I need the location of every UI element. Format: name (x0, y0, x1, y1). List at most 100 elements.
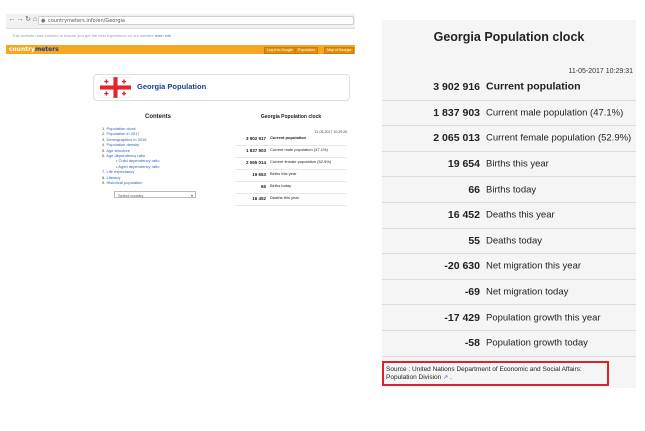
logo-part-2: meters (34, 46, 59, 53)
contents-item-number: 9. (102, 180, 106, 186)
clock-row: 1 837 903 Current male population (47.1%) (382, 101, 636, 127)
country-select-value: Select country (118, 193, 144, 198)
clock-row: 3 902 916 Current population (382, 75, 636, 101)
site-header: countrymeters Log in to Google Populatio… (6, 45, 355, 54)
clock-row-label: Births this year (486, 158, 549, 170)
contents-item-number: 5. (102, 147, 106, 153)
mini-row-value: 16 452 (252, 196, 266, 201)
contents-item-label: Child dependency ratio (118, 158, 160, 164)
clock-row: -17 429 Population growth this year (382, 305, 636, 331)
contents-item-label: Life expectancy (106, 169, 135, 175)
georgia-flag-icon (100, 77, 131, 98)
clock-row-value: 66 (468, 183, 480, 196)
mini-row-label: Current female population (52.9%) (270, 159, 332, 164)
contents-item[interactable]: 9. Historical population (102, 180, 214, 185)
clock-row-value: 3 902 916 (433, 81, 480, 94)
mini-row-label: Current male population (47.1%) (270, 147, 328, 152)
mini-row-value: 19 653 (252, 172, 266, 177)
panel-datetime: 11-05-2017 10:29:31 (568, 68, 633, 75)
page-title-box: Georgia Population (93, 74, 350, 101)
clock-row: -20 630 Net migration this year (382, 254, 636, 280)
source-end: . (449, 373, 452, 381)
address-bar-url: countrymeters.info/en/Georgia (48, 18, 125, 24)
contents-item-label: Age dependency ratio (106, 153, 146, 159)
contents-item-label: Literacy (106, 174, 121, 180)
country-select[interactable]: Select country ▾ (114, 191, 196, 198)
forward-icon[interactable]: → (16, 16, 24, 24)
mini-clock-row: 65 Births today (235, 182, 347, 194)
header-button-map[interactable]: Map of Georgia (324, 47, 355, 54)
clock-row-value: 1 837 903 (433, 106, 480, 119)
contents-heading: Contents (145, 114, 171, 120)
address-bar[interactable]: ● countrymeters.info/en/Georgia (38, 16, 354, 25)
clock-row-label: Births today (486, 184, 537, 196)
mini-row-value: 2 065 014 (245, 160, 266, 165)
lock-icon: ● (41, 18, 46, 24)
clock-row-label: Net migration today (486, 286, 569, 298)
back-icon[interactable]: ← (8, 16, 16, 24)
clock-row-label: Population growth this year (486, 312, 601, 324)
clock-row-label: Current population (486, 80, 581, 93)
clock-row: 55 Deaths today (382, 229, 636, 255)
contents-item-number: 1. (102, 126, 106, 131)
clock-row-label: Current male population (47.1%) (486, 107, 624, 119)
source-text: Source : United Nations Department of Ec… (386, 366, 582, 381)
cookie-notice-text: This website uses cookies to ensure you … (12, 33, 154, 38)
contents-item-number: 4. (102, 142, 106, 148)
contents-item-label: Demographics in 2016 (106, 136, 147, 142)
mini-clock-heading: Georgia Population clock (260, 114, 322, 120)
mini-clock-row: 1 837 903 Current male population (47.1%) (235, 146, 347, 158)
header-button-population[interactable]: Population (295, 47, 318, 54)
panel-title: Georgia Population clock (433, 30, 585, 44)
mini-clock-table: 3 902 917 Current population 1 837 903 Curr… (235, 134, 347, 206)
external-link-icon[interactable]: ↗ (443, 375, 448, 381)
clock-row-value: -58 (464, 337, 480, 350)
clock-row: -69 Net migration today (382, 280, 636, 306)
contents-item-number: • (116, 158, 118, 164)
clock-row-value: 19 654 (447, 158, 480, 171)
contents-item-number: 8. (102, 174, 106, 180)
clock-row: -58 Population growth today (382, 331, 636, 357)
clock-row-value: -69 (464, 286, 480, 299)
clock-row-label: Net migration this year (486, 260, 582, 272)
mini-row-value: 3 902 917 (245, 136, 266, 141)
mini-row-label: Births this year (270, 171, 297, 176)
cookie-notice: This website uses cookies to ensure you … (12, 33, 171, 38)
contents-item-label: Aged dependency ratio (118, 163, 160, 169)
cookie-learn-link[interactable]: learn info (155, 33, 171, 38)
mini-population-clock: Georgia Population clock 11-05-2017 10:2… (235, 114, 347, 206)
mini-clock-row: 19 653 Births this year (235, 170, 347, 182)
contents-item-label: Historical population (106, 180, 143, 186)
clock-row-value: -20 630 (444, 260, 480, 273)
contents-item-label: Age structure (106, 147, 131, 153)
clock-row-value: -17 429 (444, 311, 480, 324)
site-logo[interactable]: countrymeters (9, 45, 59, 54)
clock-row-label: Current female population (52.9%) (486, 132, 632, 144)
mini-row-label: Births today (270, 183, 292, 188)
mini-row-label: Deaths this year (270, 195, 299, 200)
contents-item-number: 2. (102, 131, 106, 137)
contents-list: 1. Population clock 2. Population in 2017… (102, 126, 214, 185)
clock-row: 2 065 013 Current female population (52.9… (382, 126, 636, 152)
mini-row-label: Current population (270, 135, 306, 140)
mini-row-value: 1 837 903 (245, 148, 266, 153)
header-button-login[interactable]: Log in to Google (264, 47, 296, 54)
population-clock-panel: Georgia Population clock 11-05-2017 10:2… (382, 20, 636, 388)
browser-toolbar: ← → ↻ ⌂ ● countrymeters.info/en/Georgia (6, 14, 355, 29)
contents-item-label: Population density (106, 142, 140, 148)
contents-item-label: Population clock (106, 126, 136, 131)
population-clock-table: 3 902 916 Current population 1 837 903 Curr… (382, 75, 636, 357)
clock-row-value: 55 (468, 234, 480, 247)
logo-part-1: country (9, 46, 35, 53)
browser-screenshot: ← → ↻ ⌂ ● countrymeters.info/en/Georgia … (6, 14, 355, 206)
contents-item-number: 7. (102, 169, 106, 175)
clock-row: 19 654 Births this year (382, 152, 636, 178)
contents-item-label: Population in 2017 (106, 131, 140, 137)
clock-row-label: Population growth today (486, 337, 588, 349)
clock-row-value: 2 065 013 (433, 132, 480, 145)
clock-row-value: 16 452 (447, 209, 480, 222)
mini-clock-row: 2 065 014 Current female population (52.9… (235, 158, 347, 170)
mini-row-value: 65 (260, 184, 266, 189)
mini-clock-row: 3 902 917 Current population (235, 134, 347, 146)
source-note: Source : United Nations Department of Ec… (382, 361, 609, 386)
